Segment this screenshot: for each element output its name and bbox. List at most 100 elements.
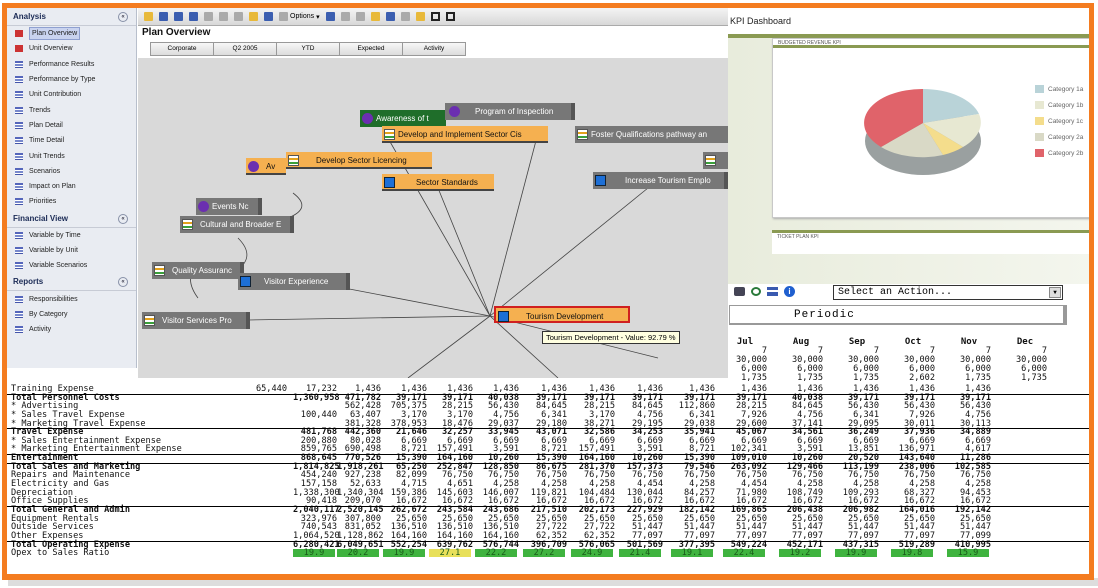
node-label: Sector Standards — [416, 178, 478, 187]
nav-item[interactable]: Performance by Type — [7, 72, 136, 87]
back-icon[interactable] — [204, 12, 213, 21]
options-menu[interactable]: Options ▾ — [279, 12, 320, 21]
nav-item[interactable]: Plan Detail — [7, 118, 136, 133]
settings-icon[interactable] — [400, 12, 410, 21]
section-header-1[interactable]: Financial View « — [7, 210, 136, 228]
kpi-dashboard-window: KPI Dashboard BUDGETED REVENUE KPI Categ… — [728, 8, 1089, 388]
section-header-2[interactable]: Reports « — [7, 273, 136, 292]
nav-item[interactable]: Priorities — [7, 194, 136, 209]
plan-tab[interactable]: Activity — [402, 42, 466, 56]
nav-item-icon — [15, 106, 23, 114]
node-visitor-services[interactable]: Visitor Services Pro — [142, 312, 250, 329]
tree-icon[interactable] — [370, 12, 380, 21]
highlight-icon[interactable] — [415, 12, 425, 21]
chevron-down-icon[interactable]: ▼ — [1049, 287, 1061, 298]
nav-item-label: Variable Scenarios — [29, 262, 88, 270]
zoom-in-icon[interactable] — [340, 12, 350, 21]
plan-tab[interactable]: Expected — [339, 42, 403, 56]
node-cultural[interactable]: Cultural and Broader E — [180, 216, 294, 233]
node-tourism-development[interactable]: Tourism Development — [494, 306, 630, 323]
node-program-inspection[interactable]: Program of Inspection — [445, 103, 575, 120]
plan-tab[interactable]: Corporate — [150, 42, 214, 56]
print-icon[interactable] — [734, 286, 745, 296]
table-cell: 19.8 — [891, 549, 933, 557]
chart-icon[interactable] — [325, 12, 335, 21]
table-cell: 19.1 — [671, 549, 713, 557]
node-quality[interactable]: Quality Assuranc — [152, 262, 244, 279]
grid-view-icon[interactable] — [767, 286, 778, 296]
table-cell: 19.2 — [779, 549, 821, 557]
node-licencing[interactable]: Develop Sector Licencing — [286, 152, 432, 169]
nav-item-label: Unit Trends — [29, 152, 65, 160]
forward-icon[interactable] — [219, 12, 228, 21]
info-icon[interactable]: i — [784, 285, 795, 297]
node-sector-standards[interactable]: Sector Standards — [382, 174, 494, 191]
grid-toggle-icon[interactable] — [445, 12, 455, 21]
legend-item: Category 1b — [1035, 101, 1083, 109]
zoom-out-icon[interactable] — [355, 12, 365, 21]
link-develop — [489, 132, 539, 317]
nav-item[interactable]: Plan Overview — [7, 26, 136, 41]
document-icon — [288, 155, 299, 166]
cut-icon[interactable] — [234, 12, 243, 21]
nav-item[interactable]: Variable Scenarios — [7, 258, 136, 273]
node-awareness[interactable]: Awareness of t — [360, 110, 446, 127]
node-events[interactable]: Events Nc — [196, 198, 262, 215]
node-label: Increase Tourism Emplo — [625, 176, 711, 185]
legend-item: Category 1c — [1035, 117, 1083, 125]
document-icon — [705, 155, 716, 166]
section-title: Reports — [13, 277, 44, 287]
nav-item[interactable]: Scenarios — [7, 164, 136, 179]
document-icon — [577, 129, 588, 140]
node-label: Develop and Implement Sector Cis — [398, 130, 522, 139]
frame-toggle-icon[interactable] — [430, 12, 440, 21]
print-icon[interactable] — [174, 12, 183, 21]
nav-item-label: Priorities — [29, 198, 57, 206]
open-folder-icon[interactable] — [144, 12, 153, 21]
filter-icon[interactable] — [264, 12, 273, 21]
table-cell: 20.2 — [337, 549, 379, 557]
nav-item[interactable]: Impact on Plan — [7, 179, 136, 194]
legend-item: Category 2b — [1035, 149, 1083, 157]
collapse-icon[interactable]: « — [118, 213, 128, 224]
initiative-icon — [498, 311, 509, 322]
section-header-0[interactable]: Analysis « — [7, 8, 136, 26]
node-foster[interactable]: Foster Qualifications pathway an — [575, 126, 735, 143]
plan-tab[interactable]: YTD — [276, 42, 340, 56]
node-label: Quality Assuranc — [172, 266, 233, 275]
nav-item[interactable]: Responsibilities — [7, 291, 136, 306]
nav-item-label: Scenarios — [29, 167, 61, 175]
nav-item[interactable]: Unit Trends — [7, 148, 136, 163]
nav-item[interactable]: By Category — [7, 307, 136, 322]
nav-item[interactable]: Trends — [7, 102, 136, 117]
table-cell: 19.9 — [293, 549, 335, 557]
document-icon — [384, 129, 395, 140]
export-icon[interactable] — [189, 12, 198, 21]
objective-icon — [362, 113, 373, 124]
nav-item[interactable]: Unit Overview — [7, 41, 136, 56]
save-icon[interactable] — [159, 12, 168, 21]
node-label: Develop Sector Licencing — [316, 156, 407, 165]
node-av[interactable]: Av — [246, 158, 286, 175]
nav-item[interactable]: Performance Results — [7, 57, 136, 72]
layout-icon[interactable] — [385, 12, 395, 21]
nav-item-icon — [15, 247, 23, 254]
nav-item[interactable]: Time Detail — [7, 133, 136, 148]
nav-item[interactable]: Variable by Unit — [7, 243, 136, 258]
action-select[interactable]: Select an Action... ▼ — [833, 285, 1063, 300]
nav-item[interactable]: Activity — [7, 322, 136, 337]
node-develop-implement[interactable]: Develop and Implement Sector Cis — [382, 126, 548, 143]
sort-icon[interactable] — [249, 12, 258, 21]
nav-item[interactable]: Unit Contribution — [7, 87, 136, 102]
collapse-icon[interactable]: « — [118, 12, 128, 22]
node-increase-employment[interactable]: Increase Tourism Emplo — [593, 172, 728, 189]
table-cell: 24.9 — [571, 549, 613, 557]
plan-tab[interactable]: Q2 2005 — [213, 42, 277, 56]
objective-icon — [449, 106, 460, 117]
nav-item[interactable]: Variable by Time — [7, 228, 136, 243]
link-increase — [489, 187, 649, 317]
node-visitor-experience[interactable]: Visitor Experience — [238, 273, 350, 290]
refresh-icon[interactable] — [751, 286, 761, 296]
collapse-icon[interactable]: « — [118, 277, 128, 288]
action-select-value: Select an Action... — [838, 287, 953, 298]
